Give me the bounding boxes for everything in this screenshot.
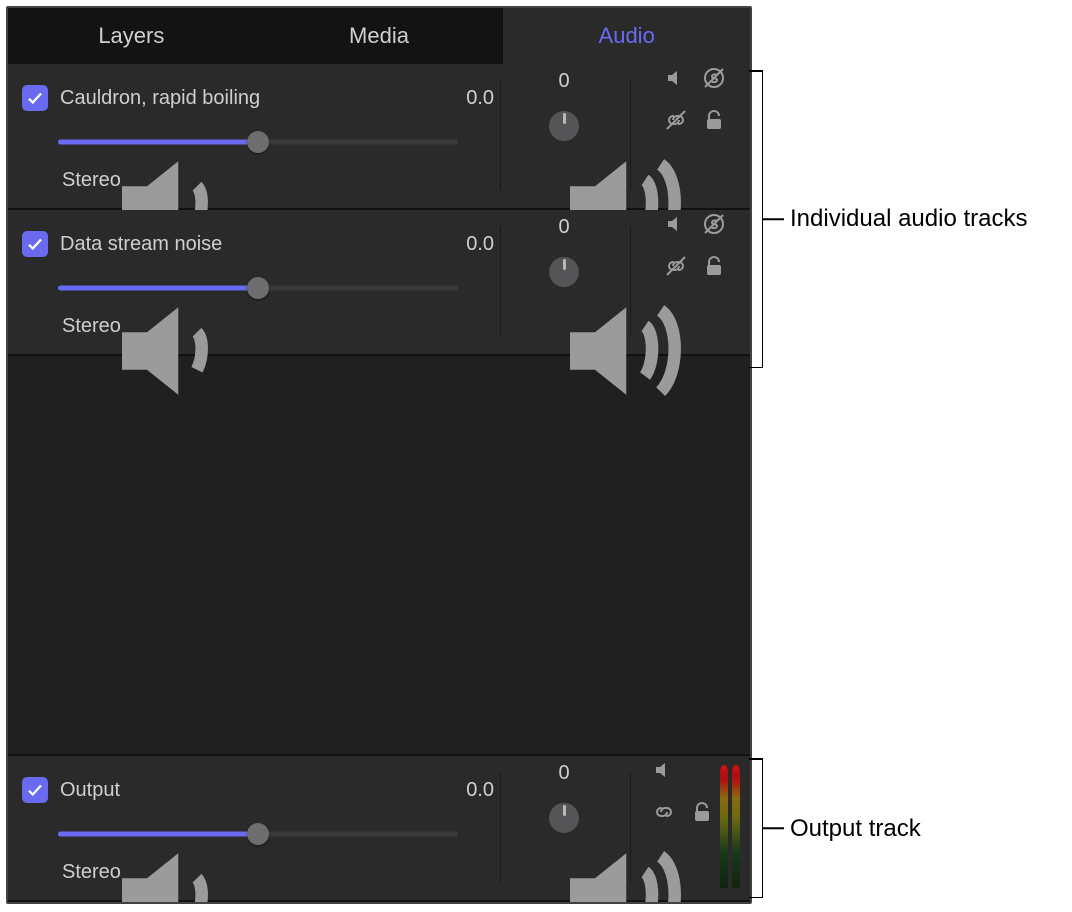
tab-audio[interactable]: Audio	[503, 8, 750, 64]
channel-dropdown[interactable]: Stereo ▲▼	[62, 315, 171, 338]
level-slider[interactable]	[58, 276, 458, 300]
channel-dropdown[interactable]: Stereo ▲▼	[62, 861, 171, 884]
enable-checkbox[interactable]	[22, 777, 48, 803]
volume-high-icon	[470, 822, 494, 846]
pan-value[interactable]: 0	[534, 70, 594, 93]
chevron-updown-icon: ▲▼	[161, 866, 171, 878]
level-slider[interactable]	[58, 822, 458, 846]
channel-label: Stereo	[62, 861, 121, 884]
volume-low-icon	[22, 822, 46, 846]
tab-media[interactable]: Media	[256, 8, 504, 64]
level-slider[interactable]	[58, 130, 458, 154]
track-name[interactable]: Data stream noise	[60, 233, 434, 256]
audio-panel: Layers Media Audio Cauldron, rapid boili…	[6, 6, 752, 904]
pan-knob[interactable]	[549, 257, 579, 287]
lock-icon[interactable]	[702, 254, 726, 278]
track-name[interactable]: Cauldron, rapid boiling	[60, 87, 434, 110]
pan-value[interactable]: 0	[534, 216, 594, 239]
track-name[interactable]: Output	[60, 779, 434, 802]
volume-low-icon	[22, 276, 46, 300]
enable-checkbox[interactable]	[22, 231, 48, 257]
annotation-label: Individual audio tracks	[790, 205, 1027, 233]
solo-icon[interactable]	[702, 212, 726, 236]
channel-label: Stereo	[62, 315, 121, 338]
mute-icon[interactable]	[664, 66, 688, 90]
divider	[630, 772, 631, 882]
pan-knob[interactable]	[549, 803, 579, 833]
track-list: Cauldron, rapid boiling 0.0 Stereo ▲	[8, 64, 750, 902]
lock-icon[interactable]	[702, 108, 726, 132]
level-value[interactable]: 0.0	[434, 87, 494, 110]
channel-label: Stereo	[62, 169, 121, 192]
divider	[630, 80, 631, 190]
audio-track: Cauldron, rapid boiling 0.0 Stereo ▲	[8, 64, 750, 210]
volume-low-icon	[22, 130, 46, 154]
chevron-updown-icon: ▲▼	[161, 320, 171, 332]
link-icon[interactable]	[664, 254, 688, 278]
link-icon[interactable]	[664, 108, 688, 132]
volume-high-icon	[470, 276, 494, 300]
volume-high-icon	[470, 130, 494, 154]
level-value[interactable]: 0.0	[434, 779, 494, 802]
annotation-bracket	[762, 758, 763, 898]
tab-bar: Layers Media Audio	[8, 8, 750, 64]
meter-bar-right	[732, 768, 740, 888]
level-value[interactable]: 0.0	[434, 233, 494, 256]
divider	[630, 226, 631, 336]
tab-layers[interactable]: Layers	[8, 8, 256, 64]
output-meter	[720, 768, 740, 890]
pan-knob[interactable]	[549, 111, 579, 141]
channel-dropdown[interactable]: Stereo ▲▼	[62, 169, 171, 192]
link-icon[interactable]	[652, 800, 676, 824]
chevron-updown-icon: ▲▼	[161, 174, 171, 186]
output-track: Output 0.0 Stereo ▲▼	[8, 754, 750, 902]
annotation-bracket	[762, 70, 763, 368]
solo-icon[interactable]	[702, 66, 726, 90]
meter-bar-left	[720, 768, 728, 888]
mute-icon[interactable]	[664, 212, 688, 236]
pan-value[interactable]: 0	[534, 762, 594, 785]
mute-icon[interactable]	[652, 758, 676, 782]
annotation-label: Output track	[790, 815, 921, 843]
lock-icon[interactable]	[690, 800, 714, 824]
enable-checkbox[interactable]	[22, 85, 48, 111]
audio-track: Data stream noise 0.0 Stereo ▲▼	[8, 210, 750, 356]
